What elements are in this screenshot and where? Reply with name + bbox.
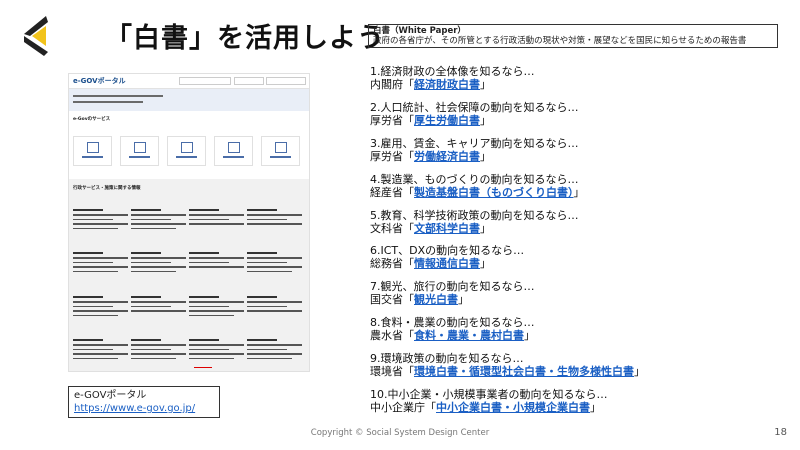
screenshot-search-box-2 <box>266 77 306 85</box>
white-paper-list: 1.経済財政の全体像を知るなら… 内閣府「経済財政白書」 2.人口統計、社会保障の… <box>370 65 790 424</box>
screenshot-category <box>131 339 186 362</box>
portal-label: e-GOVポータル <box>74 390 147 401</box>
white-paper-link[interactable]: 厚生労働白書 <box>414 114 480 127</box>
list-item: 8.食料・農業の動向を知るなら… 農水省「食料・農業・農村白書」 <box>370 316 535 343</box>
screenshot-category <box>73 296 128 319</box>
screenshot-service-card <box>73 136 112 166</box>
screenshot-category <box>189 339 244 362</box>
screenshot-service-card <box>261 136 300 166</box>
white-paper-link[interactable]: 食料・農業・農村白書 <box>414 329 524 342</box>
white-paper-link[interactable]: 労働経済白書 <box>414 150 480 163</box>
screenshot-service-card <box>120 136 159 166</box>
list-item: 1.経済財政の全体像を知るなら… 内閣府「経済財政白書」 <box>370 65 535 91</box>
screenshot-category <box>189 252 244 271</box>
white-paper-link[interactable]: 経済財政白書 <box>414 78 480 91</box>
screenshot-category <box>247 296 302 315</box>
white-paper-link[interactable]: 文部科学白書 <box>414 222 480 235</box>
screenshot-service-card <box>167 136 206 166</box>
screenshot-category <box>73 252 128 275</box>
slide-title: 「白書」を活用しよう <box>105 23 385 54</box>
list-item: 6.ICT、DXの動向を知るなら… 総務省「情報通信白書」 <box>370 244 525 271</box>
white-paper-link[interactable]: 観光白書 <box>414 293 458 306</box>
definition-heading: 白書（White Paper） <box>373 26 466 36</box>
screenshot-highlight-underline <box>194 367 212 368</box>
list-item: 4.製造業、ものづくりの動向を知るなら… 経産省「製造基盤白書（ものづくり白書）」 <box>370 172 585 199</box>
screenshot-category <box>131 209 186 232</box>
screenshot-header: e-GOVポータル <box>69 74 309 89</box>
list-item: 9.環境政策の動向を知るなら… 環境省「環境白書・循環型社会白書・生物多様性白書」 <box>370 352 645 379</box>
screenshot-category <box>73 209 128 232</box>
portal-url-link[interactable]: https://www.e-gov.go.jp/ <box>74 403 195 414</box>
screenshot-service-card <box>214 136 253 166</box>
white-paper-link[interactable]: 製造基盤白書（ものづくり白書） <box>414 186 574 199</box>
page-number: 18 <box>774 427 787 438</box>
screenshot-section-services: e-Govのサービス <box>73 117 111 122</box>
screenshot-category <box>189 296 244 319</box>
list-item: 2.人口統計、社会保障の動向を知るなら… 厚労省「厚生労働白書」 <box>370 100 579 127</box>
screenshot-search-box <box>179 77 231 85</box>
white-paper-link[interactable]: 中小企業白書・小規模企業白書 <box>436 401 590 414</box>
copyright-footer: Copyright © Social System Design Center <box>310 428 490 438</box>
screenshot-category <box>131 296 186 315</box>
screenshot-category <box>247 209 302 228</box>
list-item: 10.中小企業・小規模事業者の動向を知るなら… 中小企業庁「中小企業白書・小規模企… <box>370 388 608 415</box>
screenshot-category <box>247 252 302 275</box>
list-item: 3.雇用、賃金、キャリア動向を知るなら… 厚労省「労働経済白書」 <box>370 136 579 163</box>
screenshot-brand: e-GOVポータル <box>73 77 126 85</box>
screenshot-category <box>189 209 244 228</box>
white-paper-link[interactable]: 環境白書・循環型社会白書・生物多様性白書 <box>414 365 634 378</box>
list-item: 7.観光、旅行の動向を知るなら… 国交省「観光白書」 <box>370 280 535 307</box>
screenshot-section-info: 行政サービス・施策に関する情報 <box>73 186 141 191</box>
screenshot-category <box>131 252 186 275</box>
definition-box: 白書（White Paper） 政府の各省庁が、その所管とする行政活動の現状や対… <box>368 24 778 48</box>
portal-link-box: e-GOVポータル https://www.e-gov.go.jp/ <box>68 386 220 418</box>
screenshot-category <box>247 339 302 362</box>
brand-logo-icon <box>24 16 48 56</box>
list-item: 5.教育、科学技術政策の動向を知るなら… 文科省「文部科学白書」 <box>370 208 579 235</box>
screenshot-search-button <box>234 77 264 85</box>
white-paper-link[interactable]: 情報通信白書 <box>414 257 480 270</box>
definition-body: 政府の各省庁が、その所管とする行政活動の現状や対策・展望などを国民に知らせるため… <box>373 36 747 46</box>
screenshot-hero <box>69 89 309 111</box>
screenshot-category <box>73 339 128 362</box>
egov-portal-screenshot: e-GOVポータル e-Govのサービス 行政サービス・施策に関する情報 <box>68 73 310 372</box>
